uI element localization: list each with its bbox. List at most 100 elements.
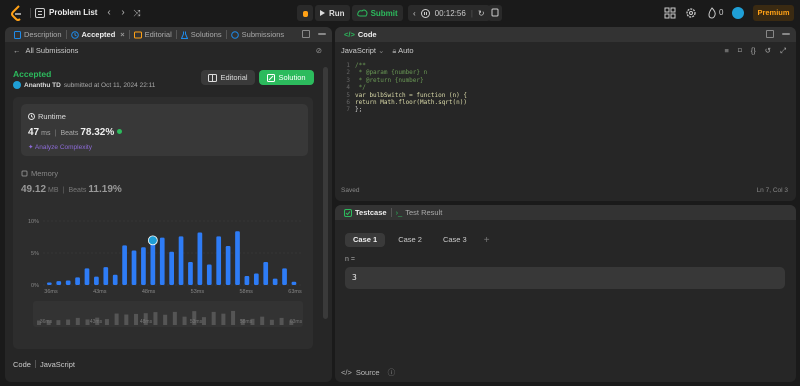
format-icon[interactable]: ≡	[724, 46, 728, 56]
book-icon	[133, 31, 142, 38]
run-button[interactable]: Run	[315, 5, 350, 21]
code-line[interactable]: 4 */	[335, 84, 796, 91]
tab-solutions[interactable]: Solutions	[177, 30, 226, 39]
clock-icon	[70, 30, 79, 39]
pause-circle-icon[interactable]	[420, 8, 430, 18]
runtime-label: Runtime	[38, 112, 66, 121]
divider	[34, 360, 36, 368]
editorial-button[interactable]: Editorial	[201, 70, 255, 85]
overview-tick-label: 48ms	[140, 319, 153, 325]
shuffle-icon[interactable]: ⤨	[131, 6, 143, 20]
tab-code[interactable]: </> Code	[340, 30, 381, 39]
divider	[30, 8, 31, 18]
streak-count: 0	[719, 8, 724, 17]
runtime-card[interactable]: Runtime 47 ms | Beats 78.32% ✦ Analyze C…	[21, 104, 308, 156]
tab-accepted[interactable]: Accepted ×	[67, 30, 129, 39]
code-line[interactable]: 1 /**	[335, 62, 796, 69]
memory-label-row[interactable]: Memory	[21, 169, 58, 178]
list-icon[interactable]	[35, 8, 45, 18]
overview-tick-label: 53ms	[190, 319, 203, 325]
help-icon[interactable]: ⓘ	[388, 367, 396, 378]
back-to-submissions[interactable]: ← All Submissions ⊘	[5, 42, 332, 58]
layout-grid-icon[interactable]	[664, 7, 676, 19]
maximize-icon[interactable]	[302, 30, 310, 38]
analyze-complexity-link[interactable]: ✦ Analyze Complexity	[28, 143, 92, 151]
problem-list-link[interactable]: Problem List	[49, 8, 97, 17]
timer[interactable]: ‹ 00:12:56 | ↻	[408, 5, 490, 21]
user-name[interactable]: Ananthu TD	[24, 82, 61, 89]
case-tab[interactable]: Case 2	[390, 233, 430, 247]
gear-icon[interactable]	[685, 7, 697, 19]
chart-bar	[188, 261, 193, 285]
reset-icon[interactable]: ↺	[765, 46, 771, 56]
param-label: n =	[345, 256, 355, 263]
line-text: * @return {number}	[355, 76, 424, 84]
avatar[interactable]	[13, 81, 21, 89]
braces-icon[interactable]: {}	[751, 46, 756, 56]
reset-icon[interactable]: ↻	[478, 9, 485, 18]
scrollbar[interactable]	[323, 67, 328, 319]
add-case-icon[interactable]: +	[484, 235, 490, 246]
overview-tick-label: 36ms	[40, 319, 53, 325]
bookmark-icon[interactable]: ⌑	[738, 46, 742, 56]
param-input[interactable]: 3	[345, 267, 785, 289]
y-tick-label: 0%	[31, 283, 39, 289]
code-line[interactable]: 3 * @return {number}	[335, 77, 796, 84]
overview-bar	[163, 314, 168, 325]
runtime-beats-label: Beats	[60, 130, 79, 137]
solution-button[interactable]: Solution	[259, 70, 314, 85]
rocket-icon	[117, 129, 123, 134]
note-button[interactable]	[488, 5, 502, 21]
prev-problem-icon[interactable]: ‹	[103, 6, 115, 20]
submit-button[interactable]: Submit	[351, 5, 403, 21]
chart-bar	[141, 247, 146, 285]
tab-editorial[interactable]: Editorial	[130, 30, 176, 39]
runtime-distribution-chart[interactable]: 10% 5% 0% 36ms 43ms 48ms 53ms 58ms 63ms 36ms 43ms 4…	[13, 215, 313, 347]
minimize-icon[interactable]	[782, 33, 790, 35]
code-line[interactable]: 2 * @param {number} n	[335, 69, 796, 76]
runtime-unit: ms	[41, 130, 51, 137]
language-select[interactable]: JavaScript ⌄	[341, 46, 384, 55]
top-bar: Problem List ‹ › ⤨ Run Submit ‹ 00:12:56…	[0, 0, 800, 26]
clock-icon	[28, 113, 35, 120]
overview-bar	[182, 316, 187, 325]
case-tab[interactable]: Case 1	[345, 233, 386, 247]
source-link[interactable]: </> Source ⓘ	[341, 367, 395, 378]
next-problem-icon[interactable]: ›	[117, 6, 129, 20]
code-line[interactable]: 6 return Math.floor(Math.sqrt(n))	[335, 99, 796, 106]
flame-icon[interactable]	[706, 7, 718, 19]
line-number: 1	[346, 62, 350, 69]
book-icon	[208, 73, 218, 82]
user-avatar[interactable]	[732, 7, 744, 19]
tab-description[interactable]: Description	[10, 30, 66, 39]
code-language-row: Code JavaScript	[13, 360, 75, 369]
debug-button[interactable]	[297, 5, 313, 21]
fullscreen-icon[interactable]: ⤢	[780, 46, 786, 56]
tab-testcase[interactable]: Testcase	[340, 208, 391, 217]
memory-values[interactable]: 49.12 MB | Beats 11.19%	[21, 184, 122, 195]
premium-button[interactable]: Premium	[753, 5, 794, 21]
line-number: 4	[346, 84, 350, 92]
tab-submissions[interactable]: Submissions	[227, 30, 289, 39]
chevron-left-icon[interactable]: ‹	[413, 9, 416, 18]
code-editor[interactable]: 1/** 2 * @param {number} n3 * @return {nu…	[335, 62, 796, 114]
maximize-icon[interactable]	[766, 30, 774, 38]
minimize-icon[interactable]	[318, 33, 326, 35]
overview-bar	[231, 310, 236, 325]
tab-test-result[interactable]: ›_ Test Result	[392, 208, 447, 217]
tab-label: Editorial	[144, 30, 172, 39]
overview-bar	[201, 317, 206, 325]
memory-beats-value: 11.19%	[88, 184, 122, 195]
link-icon[interactable]: ⊘	[316, 46, 322, 55]
line-number: 5	[346, 91, 350, 99]
chip-icon	[21, 170, 28, 177]
autocomplete-mode[interactable]: 🔒︎ Auto	[392, 46, 413, 56]
source-label: Source	[355, 368, 380, 377]
case-tab[interactable]: Case 3	[435, 233, 475, 247]
close-icon[interactable]: ×	[120, 30, 124, 39]
leetcode-logo-icon[interactable]	[10, 5, 24, 21]
tab-label: Testcase	[355, 208, 387, 217]
code-line[interactable]: 7};	[335, 106, 796, 113]
language-label: JavaScript	[341, 46, 377, 55]
code-line[interactable]: 5 var bulbSwitch = function (n) {	[335, 92, 796, 99]
